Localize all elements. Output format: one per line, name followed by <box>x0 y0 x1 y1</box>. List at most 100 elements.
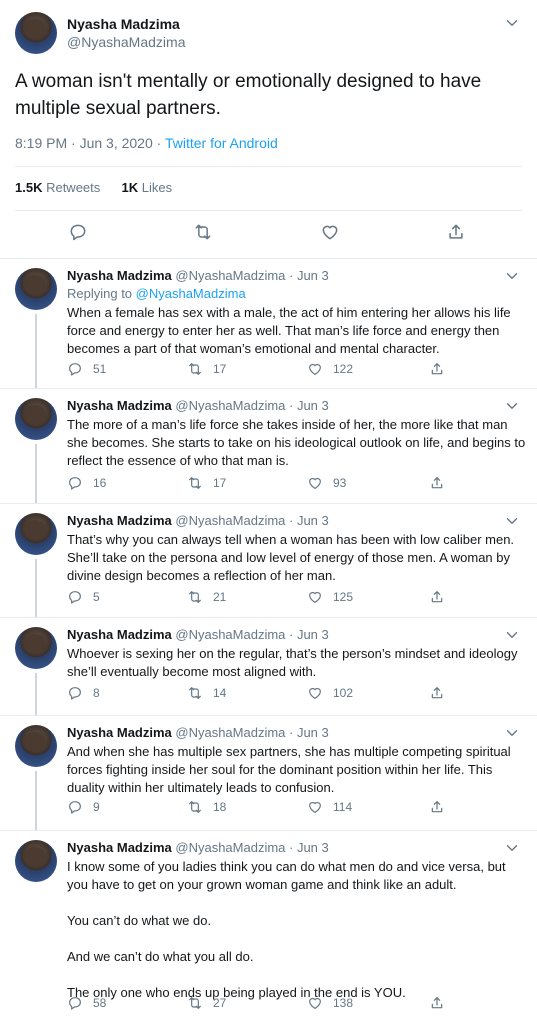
chevron-down-icon[interactable] <box>503 397 521 415</box>
like-button[interactable]: 138 <box>307 995 353 1011</box>
paragraph: You can’t do what we do. <box>67 913 212 928</box>
share-button[interactable] <box>429 799 445 815</box>
avatar[interactable] <box>15 12 57 54</box>
retweet-button[interactable]: 17 <box>187 475 226 491</box>
chevron-down-icon[interactable] <box>503 626 521 644</box>
chevron-down-icon[interactable] <box>503 267 521 285</box>
author-name[interactable]: Nyasha Madzima <box>67 627 172 642</box>
main-tweet: Nyasha Madzima @NyashaMadzima A woman is… <box>0 0 537 259</box>
thread-tweet[interactable]: Nyasha Madzima @NyashaMadzima · Jun 3 An… <box>0 715 537 831</box>
tweet-header: Nyasha Madzima @NyashaMadzima · Jun 3 <box>67 627 329 642</box>
paragraph: And we can’t do what you all do. <box>67 949 254 964</box>
heart-icon <box>309 591 321 603</box>
reply-icon <box>69 801 81 814</box>
author-name[interactable]: Nyasha Madzima <box>67 398 172 413</box>
like-count: 114 <box>333 800 353 814</box>
chevron-down-icon[interactable] <box>503 839 521 857</box>
retweets-stat[interactable]: 1.5K Retweets <box>15 180 100 195</box>
retweet-button[interactable]: 14 <box>187 685 226 701</box>
chevron-down-icon[interactable] <box>503 512 521 530</box>
thread-line <box>35 314 37 388</box>
tweet-stats: 1.5K Retweets 1K Likes <box>15 180 172 195</box>
share-button[interactable] <box>429 995 445 1011</box>
paragraph: That’s why you can always tell when a wo… <box>67 532 515 583</box>
like-count: 93 <box>333 476 347 490</box>
likes-label: Likes <box>138 180 173 195</box>
retweet-icon <box>189 997 201 1009</box>
like-button[interactable]: 93 <box>307 475 346 491</box>
retweet-button[interactable]: 17 <box>187 361 226 377</box>
avatar[interactable] <box>15 840 57 882</box>
share-button[interactable] <box>429 361 445 377</box>
retweet-button[interactable]: 21 <box>187 589 226 605</box>
retweet-button[interactable] <box>193 222 213 247</box>
heart-icon <box>309 801 321 813</box>
like-button[interactable]: 125 <box>307 589 353 605</box>
share-icon <box>431 477 443 489</box>
like-button[interactable]: 122 <box>307 361 353 377</box>
tweet-header: Nyasha Madzima @NyashaMadzima · Jun 3 <box>67 725 329 740</box>
share-icon <box>431 687 443 699</box>
thread-line <box>35 559 37 617</box>
reply-icon <box>69 687 81 700</box>
thread-tweet[interactable]: Nyasha Madzima @NyashaMadzima · Jun 3 Re… <box>0 258 537 389</box>
retweet-icon <box>189 801 201 813</box>
tweet-time[interactable]: 8:19 PM · Jun 3, 2020 · <box>15 135 165 151</box>
reply-button[interactable]: 16 <box>67 475 106 491</box>
paragraph: The more of a man’s life force she takes… <box>67 417 526 468</box>
reply-button[interactable]: 5 <box>67 589 100 605</box>
thread-tweet[interactable]: Nyasha Madzima @NyashaMadzima · Jun 3 I … <box>0 830 537 1024</box>
author-name[interactable]: Nyasha Madzima <box>67 725 172 740</box>
author-name[interactable]: Nyasha Madzima <box>67 513 172 528</box>
tweet-actions: 16 17 93 <box>67 475 507 493</box>
tweet-source[interactable]: Twitter for Android <box>165 135 278 151</box>
author-name[interactable]: Nyasha Madzima <box>67 268 172 283</box>
thread-line <box>35 673 37 715</box>
like-button[interactable]: 102 <box>307 685 353 701</box>
avatar[interactable] <box>15 513 57 555</box>
chevron-down-icon[interactable] <box>503 724 521 742</box>
retweet-icon <box>195 224 211 240</box>
retweet-button[interactable]: 27 <box>187 995 226 1011</box>
tweet-meta[interactable]: @NyashaMadzima · Jun 3 <box>175 513 328 528</box>
tweet-meta[interactable]: @NyashaMadzima · Jun 3 <box>175 398 328 413</box>
author-handle[interactable]: @NyashaMadzima <box>67 34 185 50</box>
like-button[interactable] <box>320 222 340 247</box>
author-name[interactable]: Nyasha Madzima <box>67 840 172 855</box>
reply-button[interactable]: 51 <box>67 361 106 377</box>
like-button[interactable]: 114 <box>307 799 352 815</box>
thread-tweet[interactable]: Nyasha Madzima @NyashaMadzima · Jun 3 Th… <box>0 388 537 504</box>
share-button[interactable] <box>429 475 445 491</box>
tweet-meta: 8:19 PM · Jun 3, 2020 · Twitter for Andr… <box>15 135 278 151</box>
thread-tweet[interactable]: Nyasha Madzima @NyashaMadzima · Jun 3 Th… <box>0 503 537 618</box>
share-button[interactable] <box>429 685 445 701</box>
avatar[interactable] <box>15 268 57 310</box>
avatar[interactable] <box>15 627 57 669</box>
share-button[interactable] <box>429 589 445 605</box>
tweet-meta[interactable]: @NyashaMadzima · Jun 3 <box>175 627 328 642</box>
replying-handle[interactable]: @NyashaMadzima <box>136 286 246 301</box>
likes-stat[interactable]: 1K Likes <box>122 180 173 195</box>
heart-icon <box>309 363 321 375</box>
tweet-meta[interactable]: @NyashaMadzima · Jun 3 <box>175 840 328 855</box>
retweet-button[interactable]: 18 <box>187 799 226 815</box>
reply-icon <box>69 363 81 376</box>
avatar[interactable] <box>15 725 57 767</box>
paragraph: When a female has sex with a male, the a… <box>67 305 511 356</box>
tweet-meta[interactable]: @NyashaMadzima · Jun 3 <box>175 725 328 740</box>
reply-button[interactable]: 9 <box>67 799 100 815</box>
reply-button[interactable]: 8 <box>67 685 100 701</box>
thread-line <box>35 771 37 830</box>
avatar[interactable] <box>15 398 57 440</box>
chevron-down-icon[interactable] <box>503 14 521 32</box>
reply-button[interactable]: 58 <box>67 995 106 1011</box>
tweet-meta[interactable]: @NyashaMadzima · Jun 3 <box>175 268 328 283</box>
divider <box>15 166 522 167</box>
retweet-icon <box>189 687 201 699</box>
share-button[interactable] <box>446 222 466 247</box>
reply-icon <box>69 997 81 1010</box>
heart-icon <box>322 225 338 240</box>
author-name[interactable]: Nyasha Madzima <box>67 16 180 32</box>
thread-tweet[interactable]: Nyasha Madzima @NyashaMadzima · Jun 3 Wh… <box>0 617 537 716</box>
reply-button[interactable] <box>68 222 88 247</box>
